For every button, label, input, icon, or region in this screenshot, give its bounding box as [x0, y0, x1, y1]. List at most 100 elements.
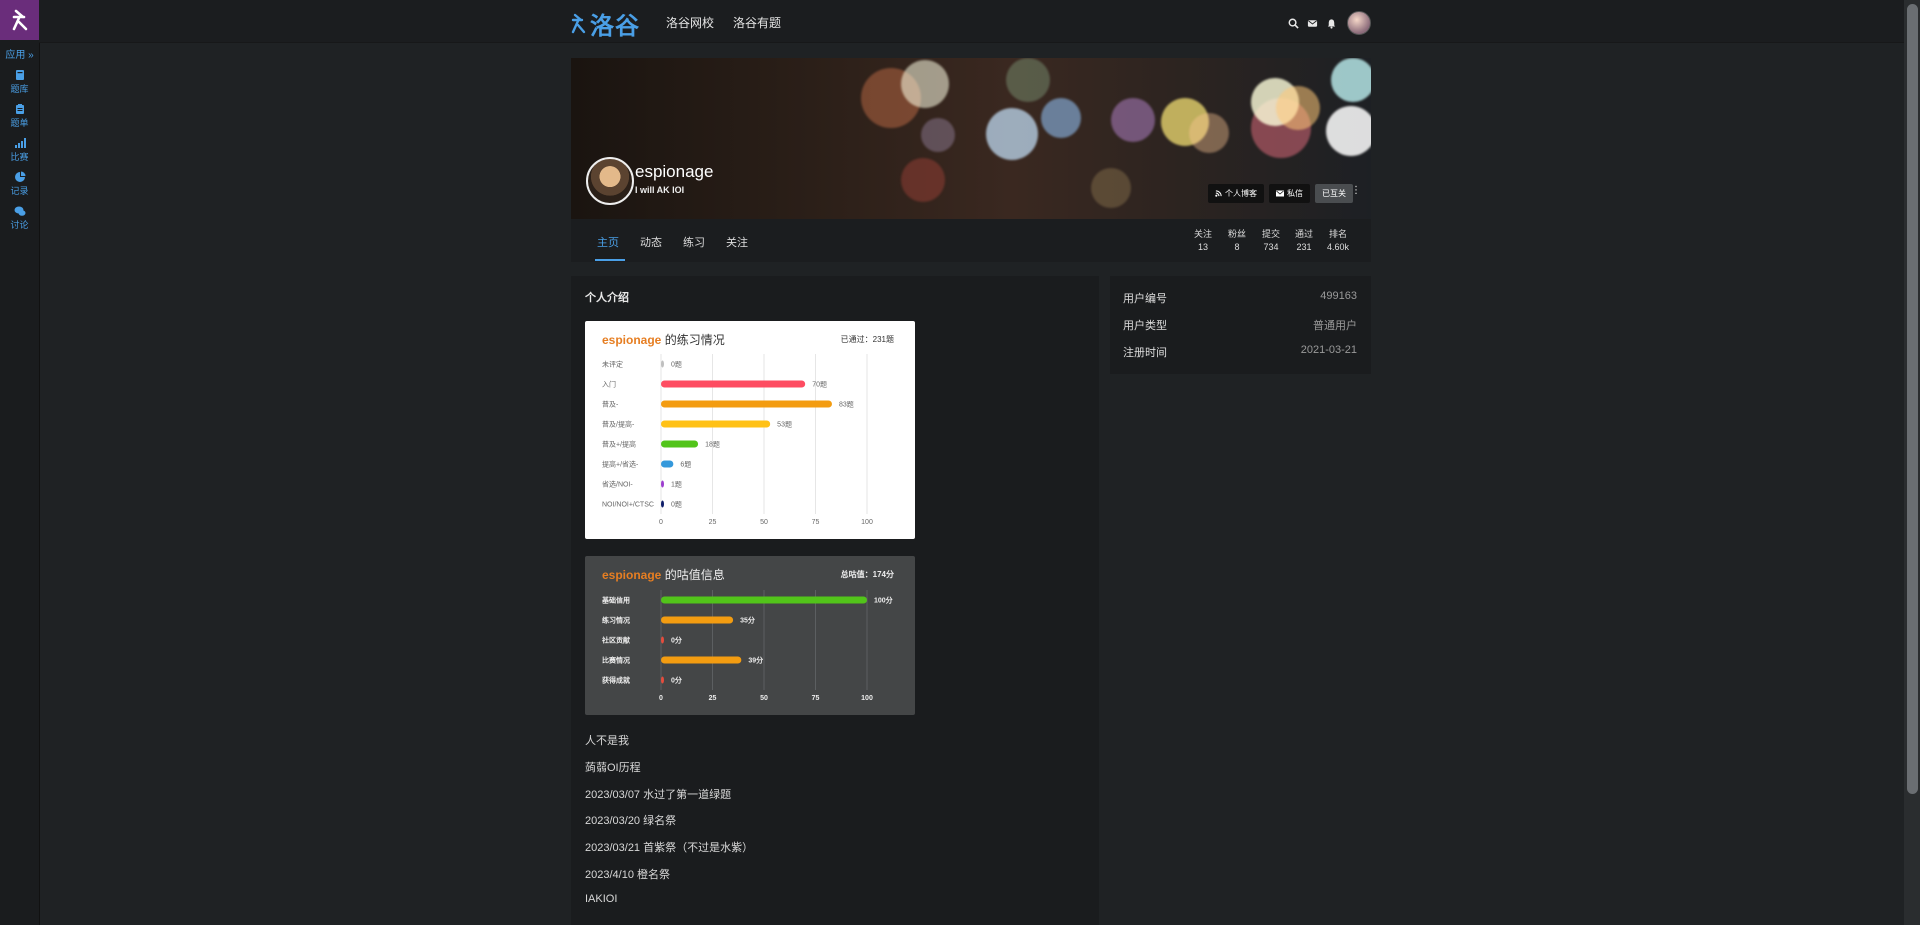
data-label: 53题 — [777, 421, 792, 429]
data-label: 0题 — [671, 361, 682, 369]
bar[interactable] — [661, 360, 664, 368]
tab-home[interactable]: 主页 — [597, 234, 619, 250]
stat-followers[interactable]: 粉丝 8 — [1220, 227, 1254, 252]
bar[interactable] — [661, 596, 867, 604]
user-avatar[interactable] — [1347, 11, 1371, 35]
bar[interactable] — [661, 636, 664, 644]
top-bar: 洛谷 洛谷网校 洛谷有题 — [39, 0, 1920, 43]
bar[interactable] — [661, 480, 664, 488]
pie-chart-icon — [14, 171, 25, 182]
stat-value: 231 — [1296, 242, 1312, 252]
x-tick-label: 25 — [709, 519, 717, 526]
bar[interactable] — [661, 400, 832, 408]
chat-bubbles-icon — [14, 206, 25, 216]
brand-name: 洛谷 — [590, 13, 640, 40]
stat-value: 4.60k — [1326, 242, 1350, 252]
rail-item[interactable]: 记录 — [0, 171, 39, 197]
bar[interactable] — [661, 656, 742, 664]
search-icon[interactable] — [1288, 18, 1299, 29]
info-label: 用户编号 — [1123, 293, 1167, 305]
stat-following[interactable]: 关注 13 — [1186, 227, 1220, 252]
x-tick-label: 50 — [760, 695, 768, 702]
bar[interactable] — [661, 380, 806, 388]
intro-line: 人不是我 — [585, 735, 629, 747]
bar[interactable] — [661, 460, 674, 468]
mail-icon[interactable] — [1307, 18, 1318, 29]
site-logo[interactable] — [0, 0, 39, 40]
x-tick-label: 50 — [760, 519, 768, 526]
profile-signature: I will AK IOI — [635, 185, 685, 195]
practice-chart-card: espionage 的练习情况 已通过：231题 0 25 50 75 100 未评定 0题… — [585, 321, 915, 539]
category-label: 比赛情况 — [602, 656, 630, 665]
profile-tabs-bar: 主页 动态 练习 关注 关注 13 粉丝 8 提交 734 通过 231 排名 4.60k — [571, 219, 1371, 262]
bar[interactable] — [661, 420, 771, 428]
practice-bar-chart: 0 25 50 75 100未评定 0题入门 70题普及- 83题普及/提高- 53题普及+/提… — [602, 354, 873, 526]
category-label: 入门 — [602, 380, 616, 389]
info-label: 注册时间 — [1123, 347, 1167, 359]
clipboard-icon — [15, 104, 24, 114]
category-label: 获得成就 — [601, 676, 630, 685]
left-rail: 应用 » 题库题单比赛记录讨论 — [0, 0, 40, 925]
x-tick-label: 25 — [709, 695, 717, 702]
category-label: 提高+/省选- — [602, 460, 639, 469]
stat-accepted[interactable]: 通过 231 — [1287, 227, 1321, 252]
tab-activity[interactable]: 动态 — [640, 234, 662, 250]
blog-button-label: 个人博客 — [1225, 189, 1257, 198]
mail-icon — [1276, 190, 1284, 197]
intro-panel: 个人介绍 espionage 的练习情况 已通过：231题 0 25 50 75 100… — [571, 276, 1099, 925]
scrollbar-thumb[interactable] — [1907, 4, 1918, 794]
data-label: 70题 — [812, 381, 827, 389]
page-scrollbar[interactable] — [1904, 0, 1920, 925]
apps-toggle[interactable]: 应用 » — [0, 46, 39, 61]
brand[interactable]: 洛谷 — [570, 6, 640, 41]
category-label: 社区贡献 — [601, 636, 630, 645]
follow-button-label: 已互关 — [1322, 189, 1346, 198]
book-icon — [15, 70, 24, 80]
data-label: 83题 — [839, 401, 854, 409]
data-label: 18题 — [705, 441, 720, 449]
tab-practice[interactable]: 练习 — [683, 234, 705, 250]
data-label: 0分 — [671, 636, 682, 645]
category-label: 练习情况 — [602, 616, 630, 625]
more-options-icon[interactable]: ⋮ — [1351, 185, 1361, 196]
rail-item[interactable]: 讨论 — [0, 205, 39, 231]
category-label: 未评定 — [602, 360, 623, 369]
profile-avatar — [586, 157, 634, 205]
info-label: 用户类型 — [1123, 320, 1167, 332]
follow-button[interactable]: 已互关 — [1315, 184, 1353, 203]
rail-item-label: 题单 — [10, 118, 29, 128]
stat-submissions[interactable]: 提交 734 — [1254, 227, 1288, 252]
data-label: 39分 — [748, 656, 763, 665]
luogu-logo-icon — [12, 9, 27, 31]
x-tick-label: 75 — [812, 695, 820, 702]
rail-item-label: 记录 — [10, 186, 29, 196]
score-chart-card: espionage 的咕值信息 总咕值：174分 0 25 50 75 100 基础信用 1… — [585, 556, 915, 715]
bar[interactable] — [661, 500, 664, 508]
bar[interactable] — [661, 440, 699, 448]
intro-line: 2023/03/21 首紫祭（不过是水紫） — [585, 842, 754, 854]
intro-line: 2023/03/07 水过了第一道绿题 — [585, 789, 732, 801]
profile-banner: espionage I will AK IOI 个人博客 私信 已互关 ⋮ — [571, 58, 1371, 219]
tab-following[interactable]: 关注 — [726, 234, 748, 250]
bar[interactable] — [661, 676, 664, 684]
data-label: 6题 — [680, 461, 691, 469]
intro-line: 2023/03/20 绿名祭 — [585, 815, 677, 827]
active-tab-indicator — [595, 259, 625, 261]
nav-link-problems[interactable]: 洛谷有题 — [733, 14, 781, 31]
stat-rank[interactable]: 排名 4.60k — [1321, 227, 1355, 252]
nav-link-school[interactable]: 洛谷网校 — [666, 14, 714, 31]
category-label: 普及/提高- — [602, 420, 635, 429]
intro-line: IAKIOI — [585, 893, 618, 905]
blog-button[interactable]: 个人博客 — [1208, 184, 1264, 203]
rail-item[interactable]: 题单 — [0, 103, 39, 129]
data-label: 1题 — [671, 481, 682, 489]
score-bar-chart: 0 25 50 75 100基础信用 100分练习情况 35分社区贡献 0分比赛情况 39分获得… — [601, 590, 893, 702]
rail-item[interactable]: 比赛 — [0, 137, 39, 163]
data-label: 0分 — [671, 676, 682, 685]
x-tick-label: 100 — [861, 695, 873, 702]
rail-item[interactable]: 题库 — [0, 69, 39, 95]
bar[interactable] — [661, 616, 734, 624]
message-button[interactable]: 私信 — [1269, 184, 1310, 203]
bell-icon[interactable] — [1326, 18, 1337, 29]
rss-icon — [1215, 190, 1222, 197]
